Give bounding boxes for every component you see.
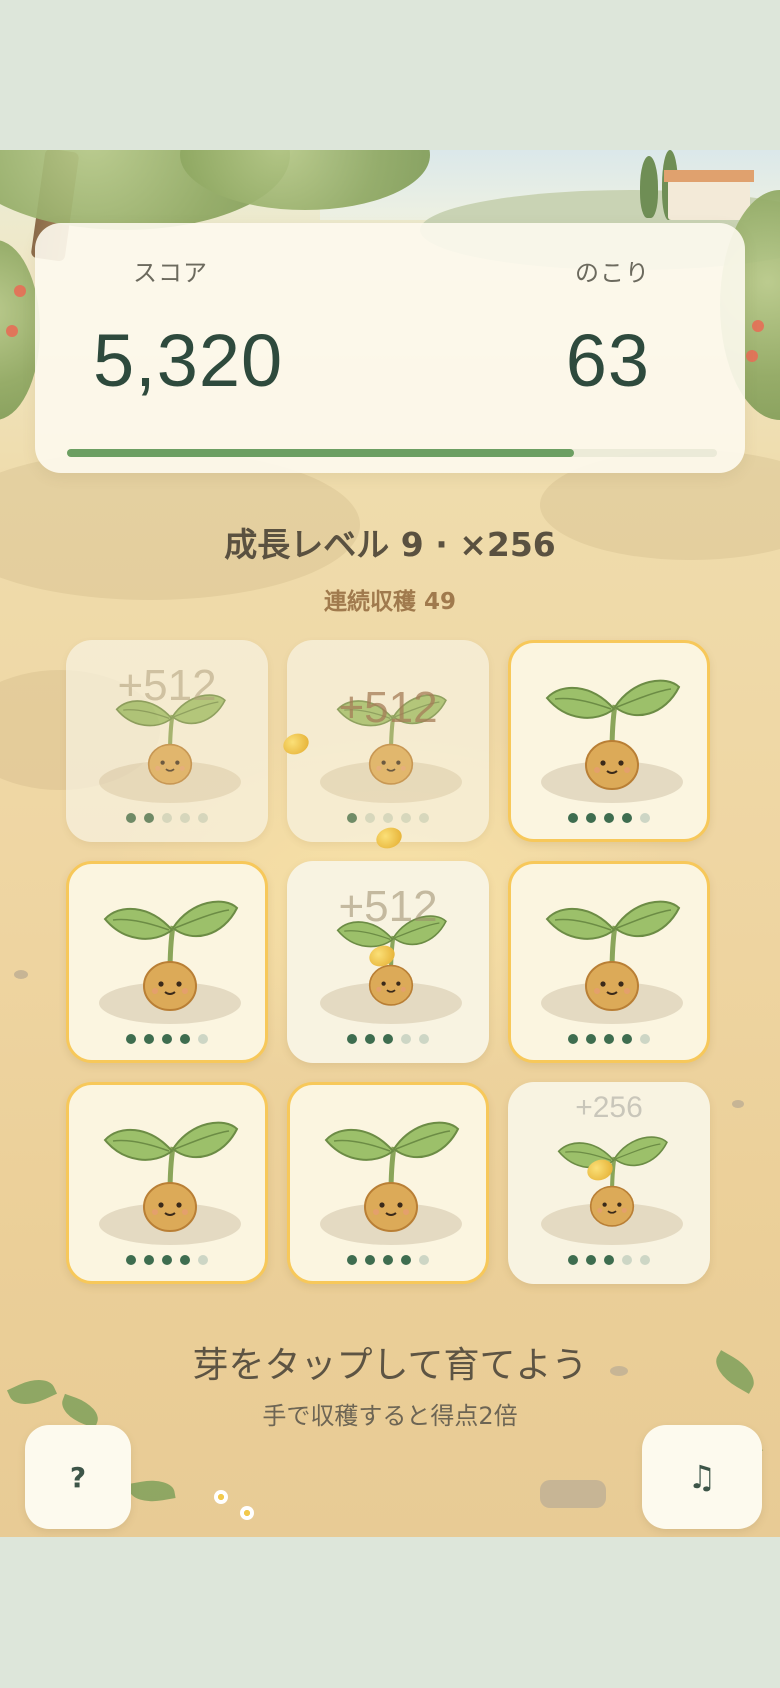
growth-dot <box>162 1255 172 1265</box>
growth-dot <box>144 813 154 823</box>
daisy <box>240 1506 254 1520</box>
growth-dot <box>604 813 614 823</box>
growth-dot <box>383 1255 393 1265</box>
villa-roof <box>664 170 754 182</box>
growth-dot <box>419 813 429 823</box>
time-progress-bar <box>67 449 717 457</box>
growth-dot <box>365 813 375 823</box>
growth-dots <box>290 813 486 823</box>
pebble <box>14 970 28 979</box>
sprout-tile[interactable] <box>508 640 710 842</box>
growth-dot <box>622 1034 632 1044</box>
growth-dot <box>604 1255 614 1265</box>
growth-dot <box>419 1255 429 1265</box>
time-progress-fill <box>67 449 574 457</box>
growth-dot <box>622 1255 632 1265</box>
growth-dot <box>640 813 650 823</box>
music-toggle-button[interactable]: ♫ <box>642 1425 762 1529</box>
growth-dot <box>401 1255 411 1265</box>
combo-counter: 連続収穫 49 <box>323 589 456 615</box>
growth-dot <box>126 1034 136 1044</box>
growth-dot <box>126 1255 136 1265</box>
growth-dot <box>640 1034 650 1044</box>
growth-dots <box>511 1255 707 1265</box>
sprout-tile[interactable]: +512 <box>66 640 268 842</box>
growth-dot <box>365 1255 375 1265</box>
growth-dots <box>69 813 265 823</box>
growth-dot <box>144 1255 154 1265</box>
flower <box>752 320 764 332</box>
sprout-tile[interactable] <box>66 861 268 1063</box>
cypress-tree <box>640 156 658 218</box>
sprout-tile[interactable] <box>508 861 710 1063</box>
growth-dot <box>198 1034 208 1044</box>
growth-dots <box>69 1034 265 1044</box>
growth-dot <box>347 1255 357 1265</box>
growth-level-text: 成長レベル 9 · ×256 <box>224 525 556 564</box>
growth-dot <box>126 813 136 823</box>
growth-dot <box>180 813 190 823</box>
growth-dots <box>511 1034 707 1044</box>
growth-dot <box>568 813 578 823</box>
growth-dot <box>383 1034 393 1044</box>
points-popup: +512 <box>338 683 438 732</box>
score-label: スコア <box>133 259 208 287</box>
growth-dot <box>401 813 411 823</box>
villa <box>668 180 750 220</box>
growth-dot <box>604 1034 614 1044</box>
growth-dot <box>586 1034 596 1044</box>
growth-dot <box>586 1255 596 1265</box>
growth-dot <box>568 1255 578 1265</box>
growth-dot <box>347 1034 357 1044</box>
remaining-value: 63 <box>565 319 650 402</box>
growth-dots <box>290 1255 486 1265</box>
growth-dots <box>290 1034 486 1044</box>
foreground-leaf <box>128 1476 176 1506</box>
game-stage: スコア のこり 5,320 63 成長レベル 9 · ×256 連続収穫 49 … <box>0 150 780 1537</box>
points-popup: +512 <box>338 882 438 931</box>
help-button[interactable]: ? <box>25 1425 131 1529</box>
growth-dot <box>162 1034 172 1044</box>
points-popup: +256 <box>575 1091 643 1124</box>
growth-dot <box>622 813 632 823</box>
growth-dot <box>365 1034 375 1044</box>
growth-dot <box>640 1255 650 1265</box>
growth-dot <box>180 1255 190 1265</box>
points-popup: +512 <box>117 661 217 710</box>
growth-dot <box>198 813 208 823</box>
growth-dot <box>383 813 393 823</box>
remaining-label: のこり <box>575 259 650 287</box>
flower <box>14 285 26 297</box>
growth-dots <box>69 1255 265 1265</box>
pebble <box>732 1100 744 1108</box>
instruction-text: 芽をタップして育てよう <box>192 1345 588 1386</box>
growth-dot <box>180 1034 190 1044</box>
growth-dot <box>144 1034 154 1044</box>
growth-dot <box>198 1255 208 1265</box>
stone <box>540 1480 606 1508</box>
sprout-tile[interactable] <box>66 1082 268 1284</box>
sprout-tile[interactable]: +512 <box>287 640 489 842</box>
sprout-tile[interactable]: +256 <box>508 1082 710 1284</box>
growth-dot <box>586 813 596 823</box>
sprout-tile[interactable] <box>287 1082 489 1284</box>
growth-dot <box>162 813 172 823</box>
growth-dot <box>401 1034 411 1044</box>
flower <box>746 350 758 362</box>
daisy <box>214 1490 228 1504</box>
growth-dots <box>511 813 707 823</box>
flower <box>6 325 18 337</box>
growth-dot <box>568 1034 578 1044</box>
growth-dot <box>347 813 357 823</box>
score-panel: スコア のこり 5,320 63 <box>35 223 745 473</box>
score-value: 5,320 <box>93 319 284 402</box>
growth-dot <box>419 1034 429 1044</box>
